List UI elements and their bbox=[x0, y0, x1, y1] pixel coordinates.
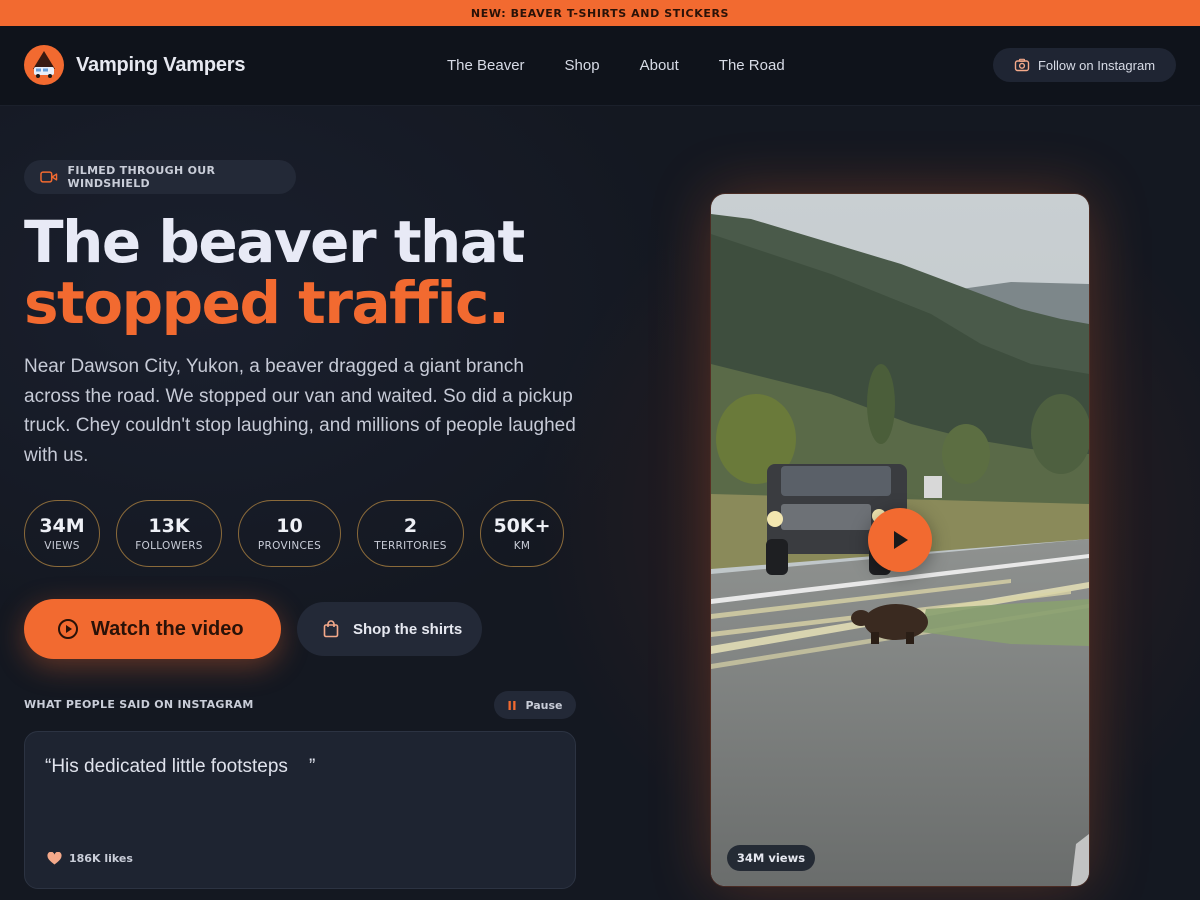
hero-description: Near Dawson City, Yukon, a beaver dragge… bbox=[24, 356, 576, 466]
brand[interactable]: Vamping Vampers bbox=[24, 45, 245, 85]
stat-label: TERRITORIES bbox=[374, 540, 447, 552]
brand-name[interactable]: Vamping Vampers bbox=[76, 54, 245, 77]
shopping-bag-icon bbox=[323, 620, 339, 638]
stat-territories: 2 TERRITORIES bbox=[357, 500, 464, 567]
main-nav: The Beaver Shop About The Road bbox=[447, 57, 825, 74]
testimonial-quote: “His dedicated little footsteps ” bbox=[45, 756, 316, 777]
stat-views: 34M VIEWS bbox=[24, 500, 100, 567]
camera-icon bbox=[1014, 58, 1030, 72]
play-icon bbox=[894, 531, 908, 549]
hero-title: The beaver that stopped traffic. bbox=[24, 212, 624, 334]
stat-label: FOLLOWERS bbox=[135, 540, 203, 552]
nav-link-the-beaver[interactable]: The Beaver bbox=[447, 57, 525, 74]
shop-shirts-button[interactable]: Shop the shirts bbox=[297, 602, 482, 656]
heart-icon bbox=[47, 852, 62, 865]
views-badge: 34M views bbox=[727, 845, 815, 871]
stat-label: PROVINCES bbox=[257, 540, 322, 552]
nav-link-the-road[interactable]: The Road bbox=[719, 57, 785, 74]
top-navbar: Vamping Vampers The Beaver Shop About Th… bbox=[0, 26, 1200, 106]
stats-row: 34M VIEWS 13K FOLLOWERS 10 PROVINCES 2 T… bbox=[24, 500, 580, 567]
pause-label: Pause bbox=[525, 698, 563, 712]
watch-video-button[interactable]: Watch the video bbox=[24, 599, 281, 659]
testimonials-heading: WHAT PEOPLE SAID ON INSTAGRAM bbox=[24, 698, 254, 711]
likes-label: 186K likes bbox=[69, 852, 133, 865]
shop-shirts-label: Shop the shirts bbox=[353, 620, 463, 638]
filmed-badge: FILMED THROUGH OUR WINDSHIELD bbox=[24, 160, 296, 194]
pause-carousel-button[interactable]: Pause bbox=[494, 691, 576, 719]
follow-instagram-label: Follow on Instagram bbox=[1037, 57, 1156, 73]
stat-value: 13K bbox=[148, 515, 190, 537]
follow-instagram-button[interactable]: Follow on Instagram bbox=[993, 48, 1176, 82]
testimonial-card: “His dedicated little footsteps ” 186K l… bbox=[24, 731, 576, 889]
video-camera-icon bbox=[40, 171, 58, 183]
play-button[interactable] bbox=[868, 508, 932, 572]
announcement-bar[interactable]: NEW: BEAVER T-SHIRTS AND STICKERS bbox=[0, 0, 1200, 26]
hero-title-line-1: The beaver that bbox=[24, 208, 525, 276]
stat-label: KM bbox=[513, 540, 531, 552]
nav-link-about[interactable]: About bbox=[640, 57, 679, 74]
watch-video-label: Watch the video bbox=[91, 617, 244, 640]
views-label: 34M views bbox=[736, 851, 806, 865]
stat-value: 10 bbox=[276, 515, 303, 537]
likes-count: 186K likes bbox=[47, 852, 133, 865]
play-circle-icon bbox=[58, 619, 78, 639]
stat-value: 2 bbox=[403, 515, 418, 537]
pause-icon bbox=[508, 700, 516, 710]
van-logo-icon[interactable] bbox=[24, 45, 64, 85]
stat-value: 34M bbox=[39, 515, 85, 537]
stat-value: 50K+ bbox=[493, 515, 551, 537]
announcement-text[interactable]: NEW: BEAVER T-SHIRTS AND STICKERS bbox=[471, 7, 729, 20]
stat-label: VIEWS bbox=[44, 540, 80, 552]
badge-text: FILMED THROUGH OUR WINDSHIELD bbox=[67, 164, 216, 190]
nav-link-shop[interactable]: Shop bbox=[565, 57, 600, 74]
hero-title-line-2: stopped traffic. bbox=[24, 269, 510, 337]
stat-km: 50K+ KM bbox=[480, 500, 564, 567]
stat-provinces: 10 PROVINCES bbox=[238, 500, 341, 567]
stat-followers: 13K FOLLOWERS bbox=[116, 500, 222, 567]
video-player[interactable]: 34M views bbox=[711, 194, 1089, 886]
